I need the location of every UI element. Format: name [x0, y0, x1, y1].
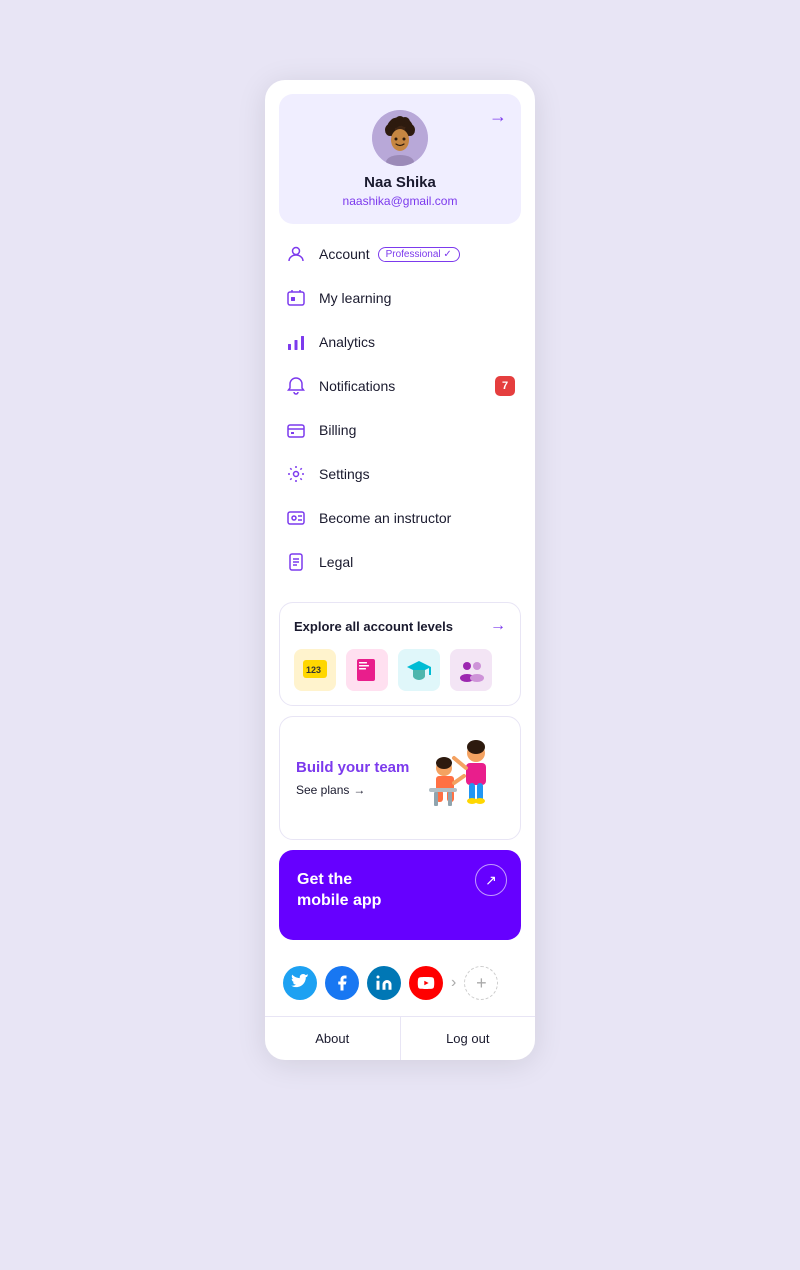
legal-label: Legal: [319, 554, 353, 570]
profile-card: →: [265, 80, 535, 1060]
build-team-link[interactable]: See plans →: [296, 783, 414, 797]
menu-item-analytics[interactable]: Analytics: [265, 320, 535, 364]
youtube-icon[interactable]: [409, 966, 443, 1000]
menu-item-account[interactable]: Account Professional ✓: [265, 232, 535, 276]
build-team-text: Build your team See plans →: [296, 759, 414, 797]
legal-icon: [285, 551, 307, 573]
social-chevron-icon[interactable]: ›: [451, 974, 456, 992]
menu-item-my-learning[interactable]: My learning: [265, 276, 535, 320]
build-team-section[interactable]: Build your team See plans →: [279, 716, 521, 840]
explore-section[interactable]: Explore all account levels → 123: [279, 602, 521, 706]
social-add-icon[interactable]: +: [464, 966, 498, 1000]
explore-header: Explore all account levels →: [294, 617, 506, 635]
footer: About Log out: [265, 1016, 535, 1060]
notifications-icon: [285, 375, 307, 397]
facebook-icon[interactable]: [325, 966, 359, 1000]
profile-section: →: [279, 94, 521, 224]
profile-arrow[interactable]: →: [489, 106, 507, 127]
explore-level-1[interactable]: 123: [294, 649, 336, 691]
build-team-illustration: [414, 733, 504, 823]
account-label: Account: [319, 246, 370, 262]
profile-email: naashika@gmail.com: [343, 194, 458, 208]
mobile-app-arrow-btn[interactable]: ↗: [475, 864, 507, 896]
professional-badge: Professional ✓: [378, 247, 460, 262]
social-section: › +: [265, 950, 535, 1016]
menu-list: Account Professional ✓ My learning: [265, 224, 535, 592]
mobile-app-title: Get themobile app: [297, 870, 503, 912]
avatar: [372, 110, 428, 166]
explore-arrow-icon: →: [490, 617, 506, 635]
menu-item-settings[interactable]: Settings: [265, 452, 535, 496]
menu-item-become-instructor[interactable]: Become an instructor: [265, 496, 535, 540]
analytics-icon: [285, 331, 307, 353]
see-plans-arrow: →: [353, 783, 365, 797]
explore-icons: 123: [294, 649, 506, 691]
profile-name: Naa Shika: [364, 174, 436, 191]
instructor-label: Become an instructor: [319, 510, 451, 526]
menu-item-notifications[interactable]: Notifications 7: [265, 364, 535, 408]
settings-label: Settings: [319, 466, 370, 482]
account-icon: [285, 243, 307, 265]
svg-text:123: 123: [306, 665, 321, 675]
billing-label: Billing: [319, 422, 356, 438]
my-learning-label: My learning: [319, 290, 391, 306]
instructor-icon: [285, 507, 307, 529]
menu-item-legal[interactable]: Legal: [265, 540, 535, 584]
twitter-icon[interactable]: [283, 966, 317, 1000]
my-learning-icon: [285, 287, 307, 309]
linkedin-icon[interactable]: [367, 966, 401, 1000]
logout-button[interactable]: Log out: [401, 1017, 536, 1060]
notifications-count: 7: [495, 376, 515, 396]
analytics-label: Analytics: [319, 334, 375, 350]
mobile-app-section[interactable]: ↗ Get themobile app: [279, 850, 521, 940]
notifications-label: Notifications: [319, 378, 395, 394]
explore-title: Explore all account levels: [294, 619, 453, 634]
explore-level-3[interactable]: [398, 649, 440, 691]
menu-item-billing[interactable]: Billing: [265, 408, 535, 452]
settings-icon: [285, 463, 307, 485]
billing-icon: [285, 419, 307, 441]
about-button[interactable]: About: [265, 1017, 400, 1060]
build-team-title: Build your team: [296, 759, 414, 777]
explore-level-2[interactable]: [346, 649, 388, 691]
explore-level-4[interactable]: [450, 649, 492, 691]
